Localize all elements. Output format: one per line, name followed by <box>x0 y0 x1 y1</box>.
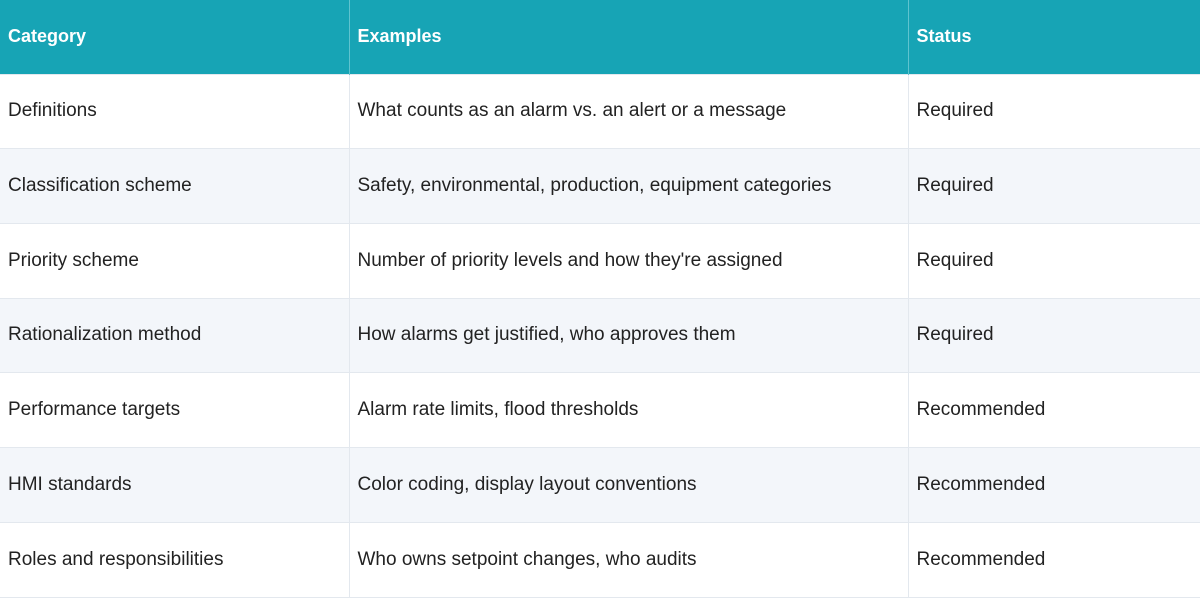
cell-examples: Safety, environmental, production, equip… <box>349 148 909 224</box>
header-status: Status <box>908 0 1200 74</box>
cell-status: Required <box>908 222 1200 299</box>
cell-examples: Who owns setpoint changes, who audits <box>349 521 909 597</box>
table-row: Classification scheme Safety, environmen… <box>0 148 1200 224</box>
cell-status: Recommended <box>908 446 1200 523</box>
table-row: Roles and responsibilities Who owns setp… <box>0 521 1200 597</box>
cell-category: Classification scheme <box>0 148 350 224</box>
cell-category: Definitions <box>0 73 350 149</box>
table-row: Rationalization method How alarms get ju… <box>0 297 1200 373</box>
cell-examples: Color coding, display layout conventions <box>349 446 909 523</box>
header-examples: Examples <box>349 0 909 74</box>
cell-category: Priority scheme <box>0 222 350 299</box>
policy-table-container: Category Examples Status Definitions Wha… <box>0 0 1200 598</box>
cell-status: Recommended <box>908 521 1200 597</box>
cell-status: Required <box>908 73 1200 149</box>
cell-category: Roles and responsibilities <box>0 521 350 597</box>
cell-category: Rationalization method <box>0 297 350 373</box>
table-row: Performance targets Alarm rate limits, f… <box>0 372 1200 448</box>
header-category: Category <box>0 0 350 74</box>
cell-examples: Alarm rate limits, flood thresholds <box>349 372 909 448</box>
cell-status: Recommended <box>908 372 1200 448</box>
policy-table: Category Examples Status Definitions Wha… <box>0 0 1200 597</box>
cell-examples: How alarms get justified, who approves t… <box>349 297 909 373</box>
cell-status: Required <box>908 148 1200 224</box>
cell-category: Performance targets <box>0 372 350 448</box>
table-header: Category Examples Status <box>0 0 1200 74</box>
header-row: Category Examples Status <box>0 0 1200 74</box>
table-row: Priority scheme Number of priority level… <box>0 222 1200 299</box>
table-row: HMI standards Color coding, display layo… <box>0 446 1200 523</box>
cell-category: HMI standards <box>0 446 350 523</box>
table-row: Definitions What counts as an alarm vs. … <box>0 73 1200 149</box>
table-body: Definitions What counts as an alarm vs. … <box>0 73 1200 597</box>
cell-examples: Number of priority levels and how they'r… <box>349 222 909 299</box>
cell-examples: What counts as an alarm vs. an alert or … <box>349 73 909 149</box>
cell-status: Required <box>908 297 1200 373</box>
